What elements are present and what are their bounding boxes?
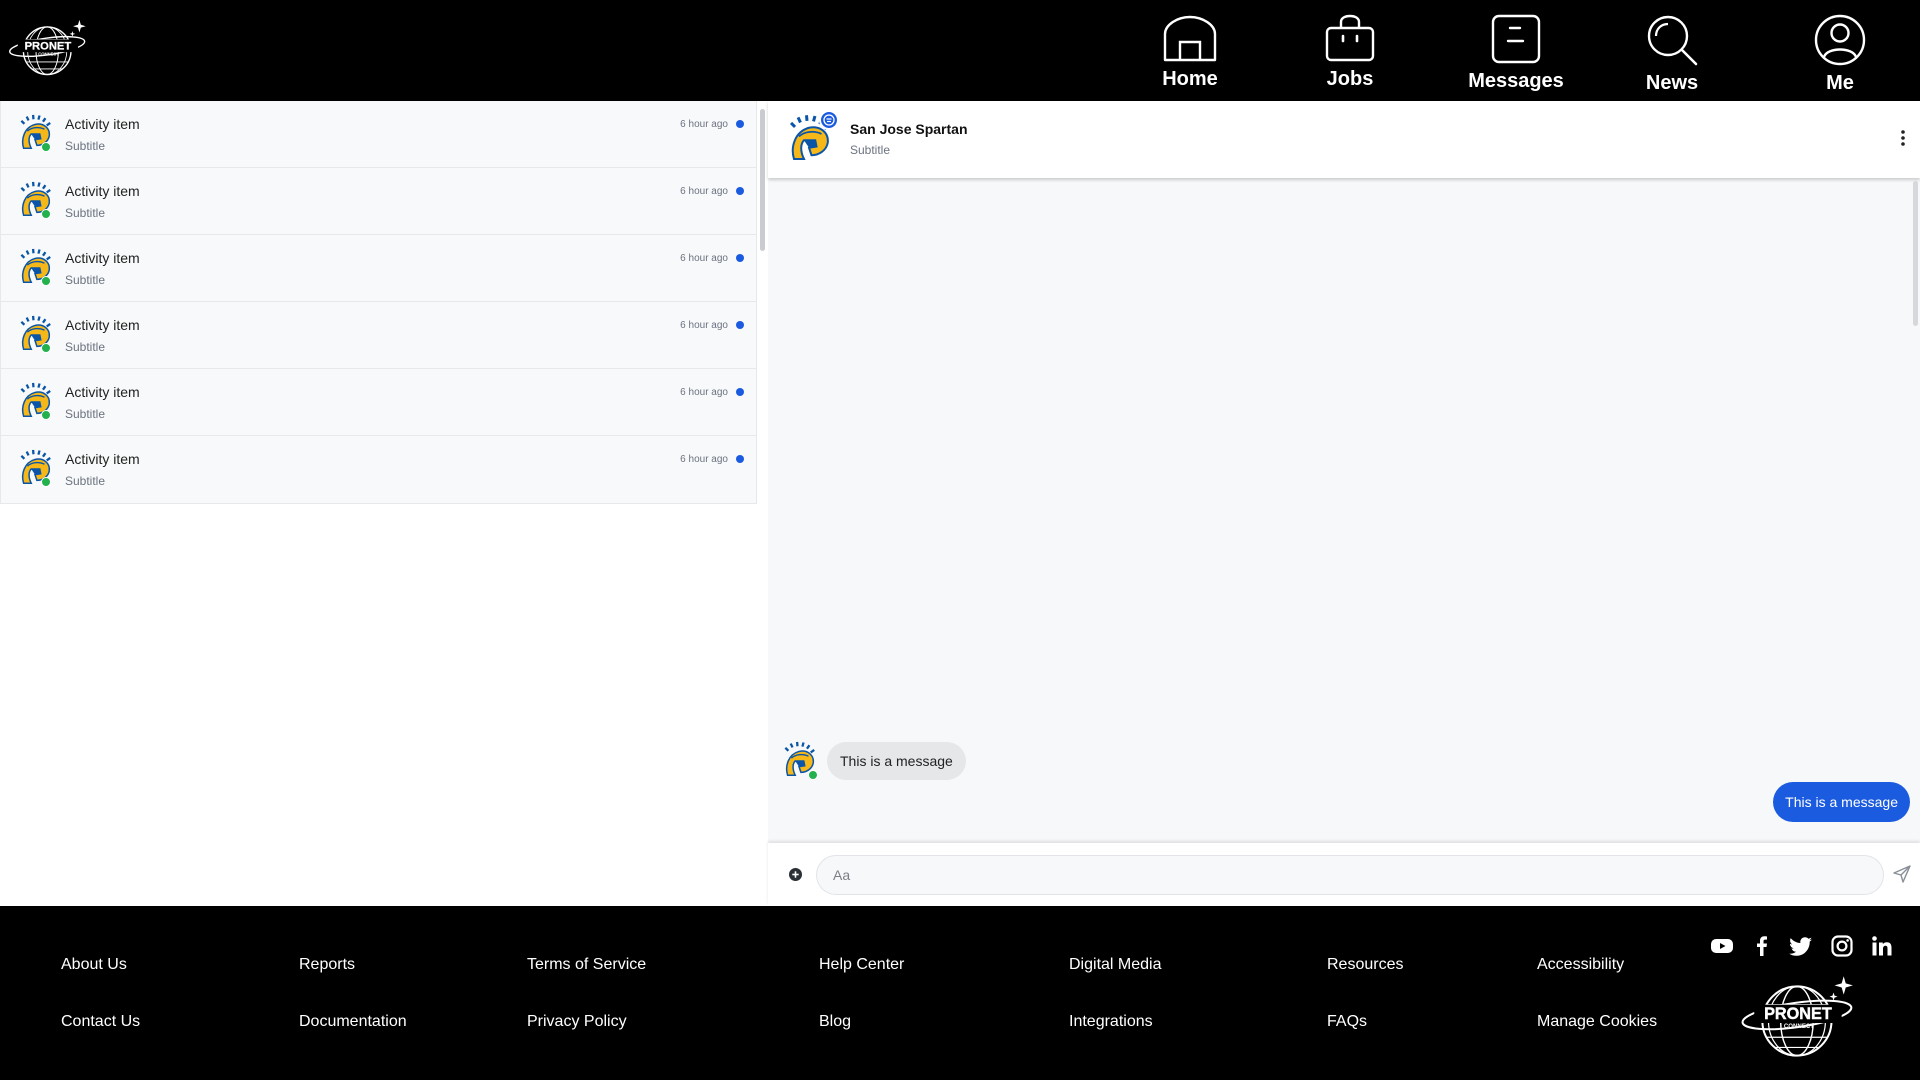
list-item[interactable]: Activity item Subtitle 6 hour ago bbox=[1, 168, 756, 235]
search-icon bbox=[1647, 15, 1698, 66]
incoming-message: This is a message bbox=[827, 742, 966, 780]
list-item[interactable]: Activity item Subtitle 6 hour ago bbox=[1, 101, 756, 168]
nav-news-label: News bbox=[1645, 72, 1699, 94]
online-status-dot bbox=[41, 142, 51, 152]
youtube-icon[interactable] bbox=[1710, 934, 1734, 958]
footer-link-integrations[interactable]: Integrations bbox=[1069, 1013, 1153, 1031]
footer-link-faqs[interactable]: FAQs bbox=[1327, 1013, 1367, 1031]
footer-link-resources[interactable]: Resources bbox=[1327, 956, 1403, 974]
item-timestamp: 6 hour ago bbox=[680, 253, 728, 264]
item-timestamp: 6 hour ago bbox=[680, 186, 728, 197]
item-title: Activity item bbox=[65, 250, 140, 266]
outgoing-message: This is a message bbox=[1773, 782, 1910, 822]
footer-link-help-center[interactable]: Help Center bbox=[819, 956, 904, 974]
pronet-footer-logo bbox=[1740, 974, 1862, 1066]
unread-indicator bbox=[736, 455, 744, 463]
item-title: Activity item bbox=[65, 451, 140, 467]
item-subtitle: Subtitle bbox=[65, 474, 106, 488]
chat-header: San Jose Spartan Subtitle bbox=[768, 101, 1920, 178]
chat-name[interactable]: San Jose Spartan bbox=[850, 121, 968, 137]
nav-home[interactable]: Home bbox=[1160, 0, 1220, 101]
linkedin-icon[interactable] bbox=[1870, 934, 1894, 958]
nav-me-label: Me bbox=[1826, 72, 1854, 94]
item-subtitle: Subtitle bbox=[65, 139, 106, 153]
online-status-dot bbox=[41, 410, 51, 420]
item-timestamp: 6 hour ago bbox=[680, 119, 728, 130]
pronet-logo[interactable] bbox=[8, 18, 92, 82]
nav-home-label: Home bbox=[1162, 68, 1218, 90]
nav-messages[interactable]: Messages bbox=[1460, 0, 1572, 101]
footer-link-privacy[interactable]: Privacy Policy bbox=[527, 1013, 627, 1031]
message-composer bbox=[768, 843, 1920, 906]
unread-indicator bbox=[736, 120, 744, 128]
footer-link-blog[interactable]: Blog bbox=[819, 1013, 851, 1031]
message-input[interactable] bbox=[816, 855, 1884, 895]
online-status-dot bbox=[41, 477, 51, 487]
footer-link-digital-media[interactable]: Digital Media bbox=[1069, 956, 1161, 974]
online-status-dot bbox=[41, 276, 51, 286]
item-title: Activity item bbox=[65, 116, 140, 132]
footer-link-contact-us[interactable]: Contact Us bbox=[61, 1013, 140, 1031]
group-chat-icon bbox=[819, 110, 839, 130]
chat-scrollbar[interactable] bbox=[1913, 181, 1918, 326]
unread-indicator bbox=[736, 321, 744, 329]
item-subtitle: Subtitle bbox=[65, 206, 106, 220]
footer: About Us Contact Us Reports Documentatio… bbox=[0, 906, 1920, 1080]
online-status-dot bbox=[41, 209, 51, 219]
twitter-icon[interactable] bbox=[1789, 934, 1813, 958]
footer-link-terms[interactable]: Terms of Service bbox=[527, 956, 646, 974]
more-options-icon[interactable] bbox=[1900, 129, 1906, 147]
item-timestamp: 6 hour ago bbox=[680, 454, 728, 465]
item-title: Activity item bbox=[65, 317, 140, 333]
nav-messages-label: Messages bbox=[1468, 70, 1564, 92]
item-timestamp: 6 hour ago bbox=[680, 320, 728, 331]
nav-news[interactable]: News bbox=[1640, 0, 1704, 101]
item-title: Activity item bbox=[65, 384, 140, 400]
user-icon bbox=[1814, 14, 1866, 66]
item-title: Activity item bbox=[65, 183, 140, 199]
item-timestamp: 6 hour ago bbox=[680, 387, 728, 398]
unread-indicator bbox=[736, 187, 744, 195]
footer-link-reports[interactable]: Reports bbox=[299, 956, 355, 974]
nav-jobs[interactable]: Jobs bbox=[1320, 0, 1380, 101]
home-icon bbox=[1163, 15, 1217, 62]
footer-link-manage-cookies[interactable]: Manage Cookies bbox=[1537, 1013, 1657, 1031]
online-status-dot bbox=[41, 343, 51, 353]
unread-indicator bbox=[736, 388, 744, 396]
footer-link-documentation[interactable]: Documentation bbox=[299, 1013, 407, 1031]
chat-subtitle: Subtitle bbox=[850, 143, 891, 157]
item-subtitle: Subtitle bbox=[65, 407, 106, 421]
unread-indicator bbox=[736, 254, 744, 262]
message-icon bbox=[1491, 14, 1541, 64]
chat-panel: San Jose Spartan Subtitle This is a mess… bbox=[768, 101, 1920, 906]
briefcase-icon bbox=[1325, 14, 1375, 62]
online-status-dot bbox=[808, 770, 818, 780]
item-subtitle: Subtitle bbox=[65, 273, 106, 287]
instagram-icon[interactable] bbox=[1830, 934, 1854, 958]
footer-link-accessibility[interactable]: Accessibility bbox=[1537, 956, 1624, 974]
item-subtitle: Subtitle bbox=[65, 340, 106, 354]
facebook-icon[interactable] bbox=[1750, 934, 1774, 958]
list-item[interactable]: Activity item Subtitle 6 hour ago bbox=[1, 302, 756, 369]
activity-panel: Activity item Subtitle 6 hour ago Activi… bbox=[0, 101, 765, 906]
activity-list: Activity item Subtitle 6 hour ago Activi… bbox=[0, 101, 757, 504]
list-item[interactable]: Activity item Subtitle 6 hour ago bbox=[1, 235, 756, 302]
list-item[interactable]: Activity item Subtitle 6 hour ago bbox=[1, 436, 756, 503]
nav-me[interactable]: Me bbox=[1810, 0, 1870, 101]
footer-link-about-us[interactable]: About Us bbox=[61, 956, 127, 974]
activity-list-scrollbar[interactable] bbox=[760, 109, 765, 251]
send-icon[interactable] bbox=[1892, 864, 1912, 884]
add-attachment-icon[interactable] bbox=[788, 867, 803, 882]
top-nav: Home Jobs Messages News Me bbox=[0, 0, 1920, 101]
list-item[interactable]: Activity item Subtitle 6 hour ago bbox=[1, 369, 756, 436]
nav-jobs-label: Jobs bbox=[1326, 68, 1374, 90]
